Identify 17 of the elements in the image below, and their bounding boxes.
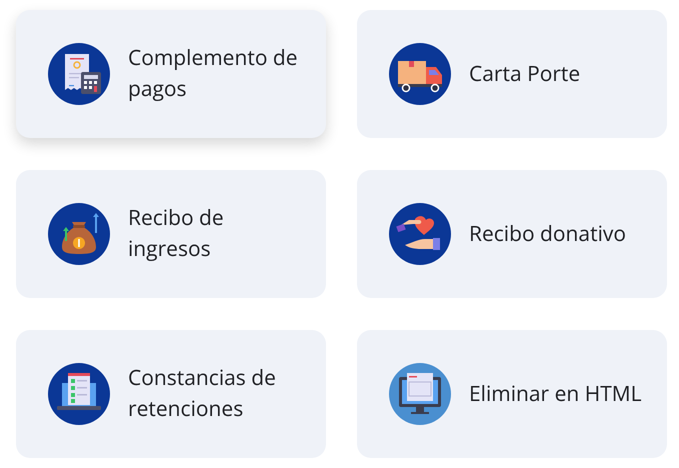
card-label: Recibo de ingresos — [128, 203, 225, 265]
card-label: Complemento de pagos — [128, 43, 299, 105]
laptop-checklist-icon — [48, 363, 110, 425]
receipt-calculator-icon — [48, 43, 110, 105]
monitor-invoice-icon — [389, 363, 451, 425]
card[interactable]: Carta Porte — [357, 10, 667, 138]
card[interactable]: Complemento de pagos — [16, 10, 326, 138]
card[interactable]: Recibo donativo — [357, 170, 667, 298]
card-label: Carta Porte — [469, 58, 582, 90]
card[interactable]: Eliminar en HTML — [357, 330, 667, 458]
card-label: Recibo donativo — [469, 218, 627, 250]
card-label: Eliminar en HTML — [469, 378, 643, 410]
truck-icon — [389, 43, 451, 105]
card-label: Constancias de retenciones — [128, 363, 277, 425]
money-bag-icon — [48, 203, 110, 265]
card[interactable]: Constancias de retenciones — [16, 330, 326, 458]
card[interactable]: Recibo de ingresos — [16, 170, 326, 298]
